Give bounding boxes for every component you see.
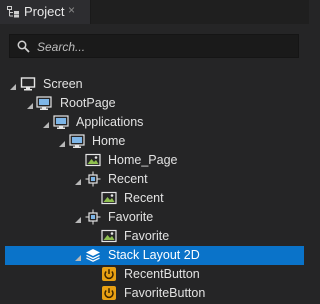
tree-item[interactable]: Screen	[5, 75, 304, 94]
image-icon	[85, 152, 101, 168]
expand-arrow-icon[interactable]	[26, 99, 34, 109]
monitor-icon	[20, 76, 36, 92]
tree-item[interactable]: Home	[5, 132, 304, 151]
node-icon	[85, 171, 101, 187]
button-icon	[101, 285, 117, 301]
tree-item-label: Favorite	[108, 210, 154, 224]
tree-item[interactable]: Recent	[5, 189, 304, 208]
page-icon	[53, 114, 69, 130]
tree-item-label: Screen	[43, 77, 83, 91]
tree-item[interactable]: Recent	[5, 170, 304, 189]
expand-arrow-icon[interactable]	[74, 213, 82, 223]
tree-item-label: Home	[92, 134, 126, 148]
tree-item[interactable]: RootPage	[5, 94, 304, 113]
tree-item[interactable]: FavoriteButton	[5, 284, 304, 303]
expand-arrow-icon[interactable]	[74, 251, 82, 261]
node-icon	[85, 209, 101, 225]
tree-item[interactable]: Home_Page	[5, 151, 304, 170]
project-tree-icon	[7, 6, 19, 18]
tab-project[interactable]: Project ×	[0, 0, 91, 24]
page-icon	[69, 133, 85, 149]
tree-item-label: Applications	[76, 115, 144, 129]
tab-bar: Project ×	[0, 0, 309, 24]
tree-item-label: Recent	[124, 191, 164, 205]
tree-item-label: RootPage	[60, 96, 116, 110]
tree-item-label: Recent	[108, 172, 148, 186]
layers-icon	[85, 247, 101, 263]
expand-arrow-icon[interactable]	[58, 137, 66, 147]
tab-label: Project	[24, 4, 65, 19]
image-icon	[101, 190, 117, 206]
close-icon[interactable]: ×	[68, 3, 75, 17]
search-box[interactable]	[9, 34, 299, 58]
expand-arrow-icon[interactable]	[42, 118, 50, 128]
tree-item-label: Favorite	[124, 229, 170, 243]
tree-item[interactable]: RecentButton	[5, 265, 304, 284]
page-icon	[36, 95, 52, 111]
search-icon	[17, 40, 30, 53]
button-icon	[101, 266, 117, 282]
tree-item[interactable]: Stack Layout 2D	[5, 246, 304, 265]
tree-item[interactable]: Favorite	[5, 227, 304, 246]
image-icon	[101, 228, 117, 244]
expand-arrow-icon[interactable]	[74, 175, 82, 185]
tree-item-label: Stack Layout 2D	[108, 248, 200, 262]
tree-item[interactable]: Applications	[5, 113, 304, 132]
tree-item-label: FavoriteButton	[124, 286, 206, 300]
search-input[interactable]	[35, 37, 294, 57]
tree-item-label: RecentButton	[124, 267, 200, 281]
expand-arrow-icon[interactable]	[9, 80, 17, 90]
tree-item-label: Home_Page	[108, 153, 178, 167]
tree-item[interactable]: Favorite	[5, 208, 304, 227]
